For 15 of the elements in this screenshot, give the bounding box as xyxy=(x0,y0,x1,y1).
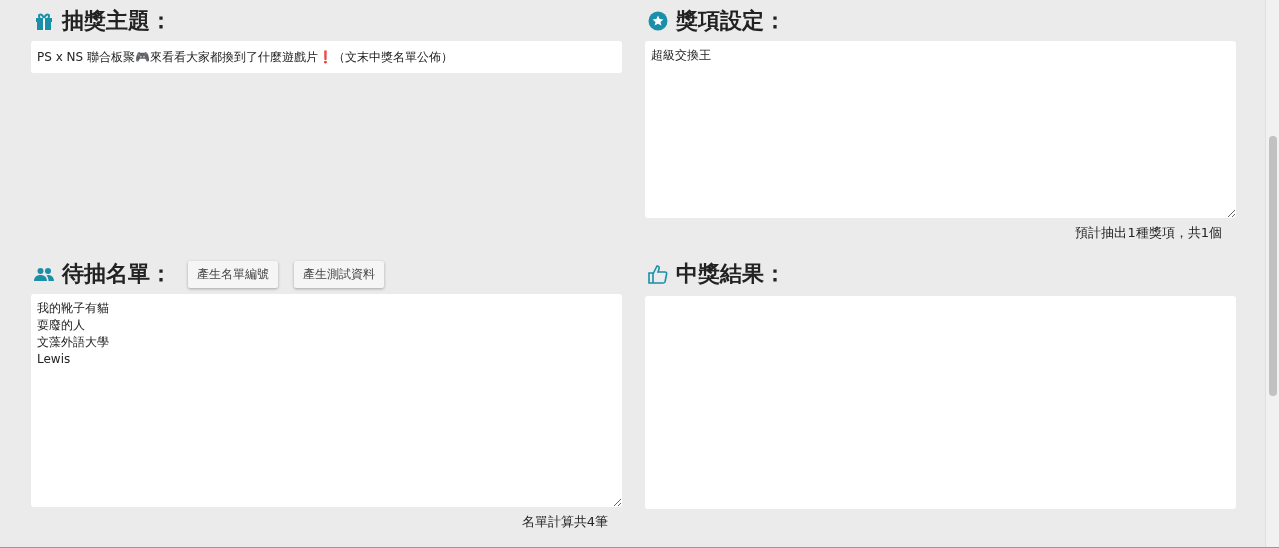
scrollbar[interactable] xyxy=(1265,0,1279,547)
section-heading: 中獎結果： xyxy=(676,260,786,288)
entrants-textarea[interactable]: 我的靴子有貓 耍廢的人 文藻外語大學 Lewis xyxy=(31,294,622,507)
people-icon xyxy=(34,267,54,281)
prizes-textarea[interactable]: 超級交換王 xyxy=(645,41,1236,218)
gift-icon xyxy=(34,11,54,31)
section-heading: 獎項設定： xyxy=(676,7,786,35)
prize-summary: 預計抽出1種獎項，共1個 xyxy=(1075,224,1222,242)
action-button[interactable]: 產生測試資料 xyxy=(294,260,384,288)
entrant-count: 名單計算共4筆 xyxy=(521,513,608,531)
section-heading: 待抽名單： xyxy=(62,260,172,288)
action-button[interactable]: 產生名單編號 xyxy=(188,260,278,288)
section-heading: 抽獎主題： xyxy=(62,7,172,35)
topic-input[interactable]: PS x NS 聯合板聚🎮來看看大家都換到了什麼遊戲片❗（文末中獎名單公佈） xyxy=(31,41,622,73)
thumbs-up-icon xyxy=(648,264,668,284)
